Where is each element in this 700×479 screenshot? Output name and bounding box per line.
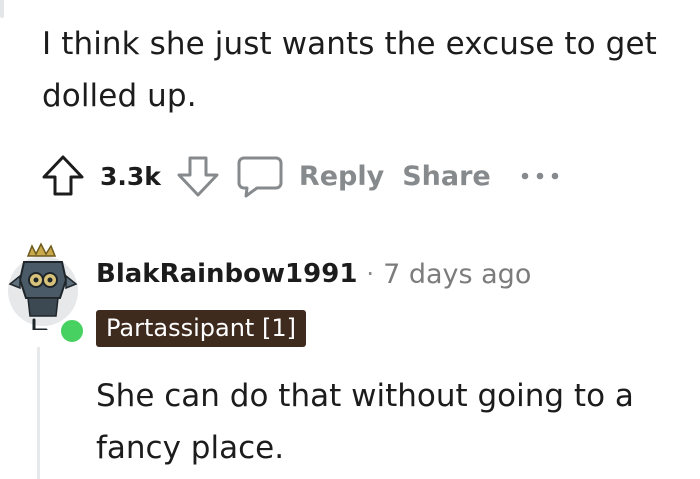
online-status-indicator: [58, 317, 86, 345]
comment-thread: I think she just wants the excuse to get…: [0, 0, 700, 479]
vote-score: 3.3k: [100, 161, 161, 191]
speech-bubble-icon: [237, 156, 283, 198]
reply-body: She can do that without going to a fancy…: [96, 378, 634, 466]
arrow-up-outline-icon: [42, 155, 84, 196]
arrow-down-outline-icon: [177, 156, 219, 197]
comment-timestamp[interactable]: 7 days ago: [383, 259, 531, 290]
ellipsis-icon: [521, 172, 559, 180]
user-flair-badge: Partassipant [1]: [96, 310, 306, 347]
reply-comment: BlakRainbow1991 · 7 days ago Partassipan…: [0, 232, 700, 479]
username-link[interactable]: BlakRainbow1991: [96, 259, 357, 289]
avatar[interactable]: [6, 240, 86, 345]
reply-button[interactable]: Reply: [235, 153, 388, 199]
comment-action-bar: 3.3k Reply Share: [40, 150, 563, 202]
share-button[interactable]: Share: [402, 161, 491, 192]
downvote-button[interactable]: [175, 153, 221, 199]
reply-label: Reply: [298, 160, 385, 192]
thread-line[interactable]: [0, 0, 4, 18]
meta-separator: ·: [366, 260, 375, 288]
comment-meta: BlakRainbow1991 · 7 days ago: [96, 254, 531, 294]
comment-body: I think she just wants the excuse to get…: [42, 26, 657, 114]
more-options-button[interactable]: [519, 166, 563, 186]
reply-thread-line[interactable]: [37, 347, 40, 479]
upvote-button[interactable]: [40, 153, 86, 199]
